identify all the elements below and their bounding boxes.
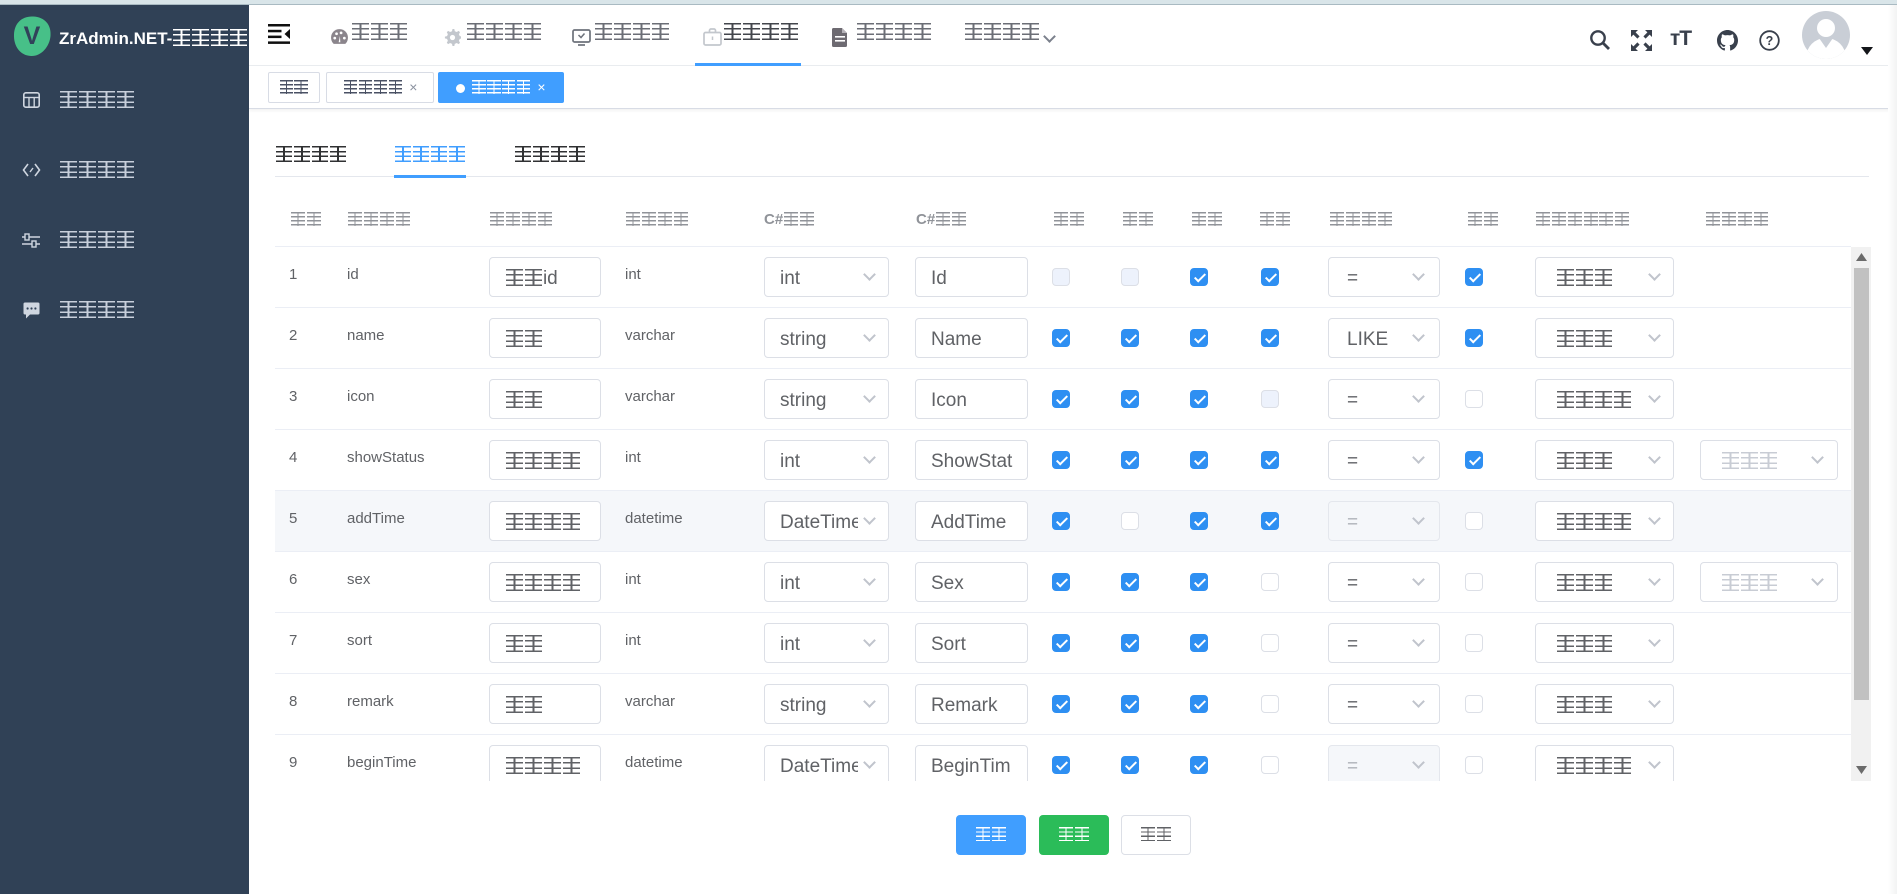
svg-text:?: ? [1766, 34, 1774, 48]
svg-text:V: V [24, 22, 41, 50]
